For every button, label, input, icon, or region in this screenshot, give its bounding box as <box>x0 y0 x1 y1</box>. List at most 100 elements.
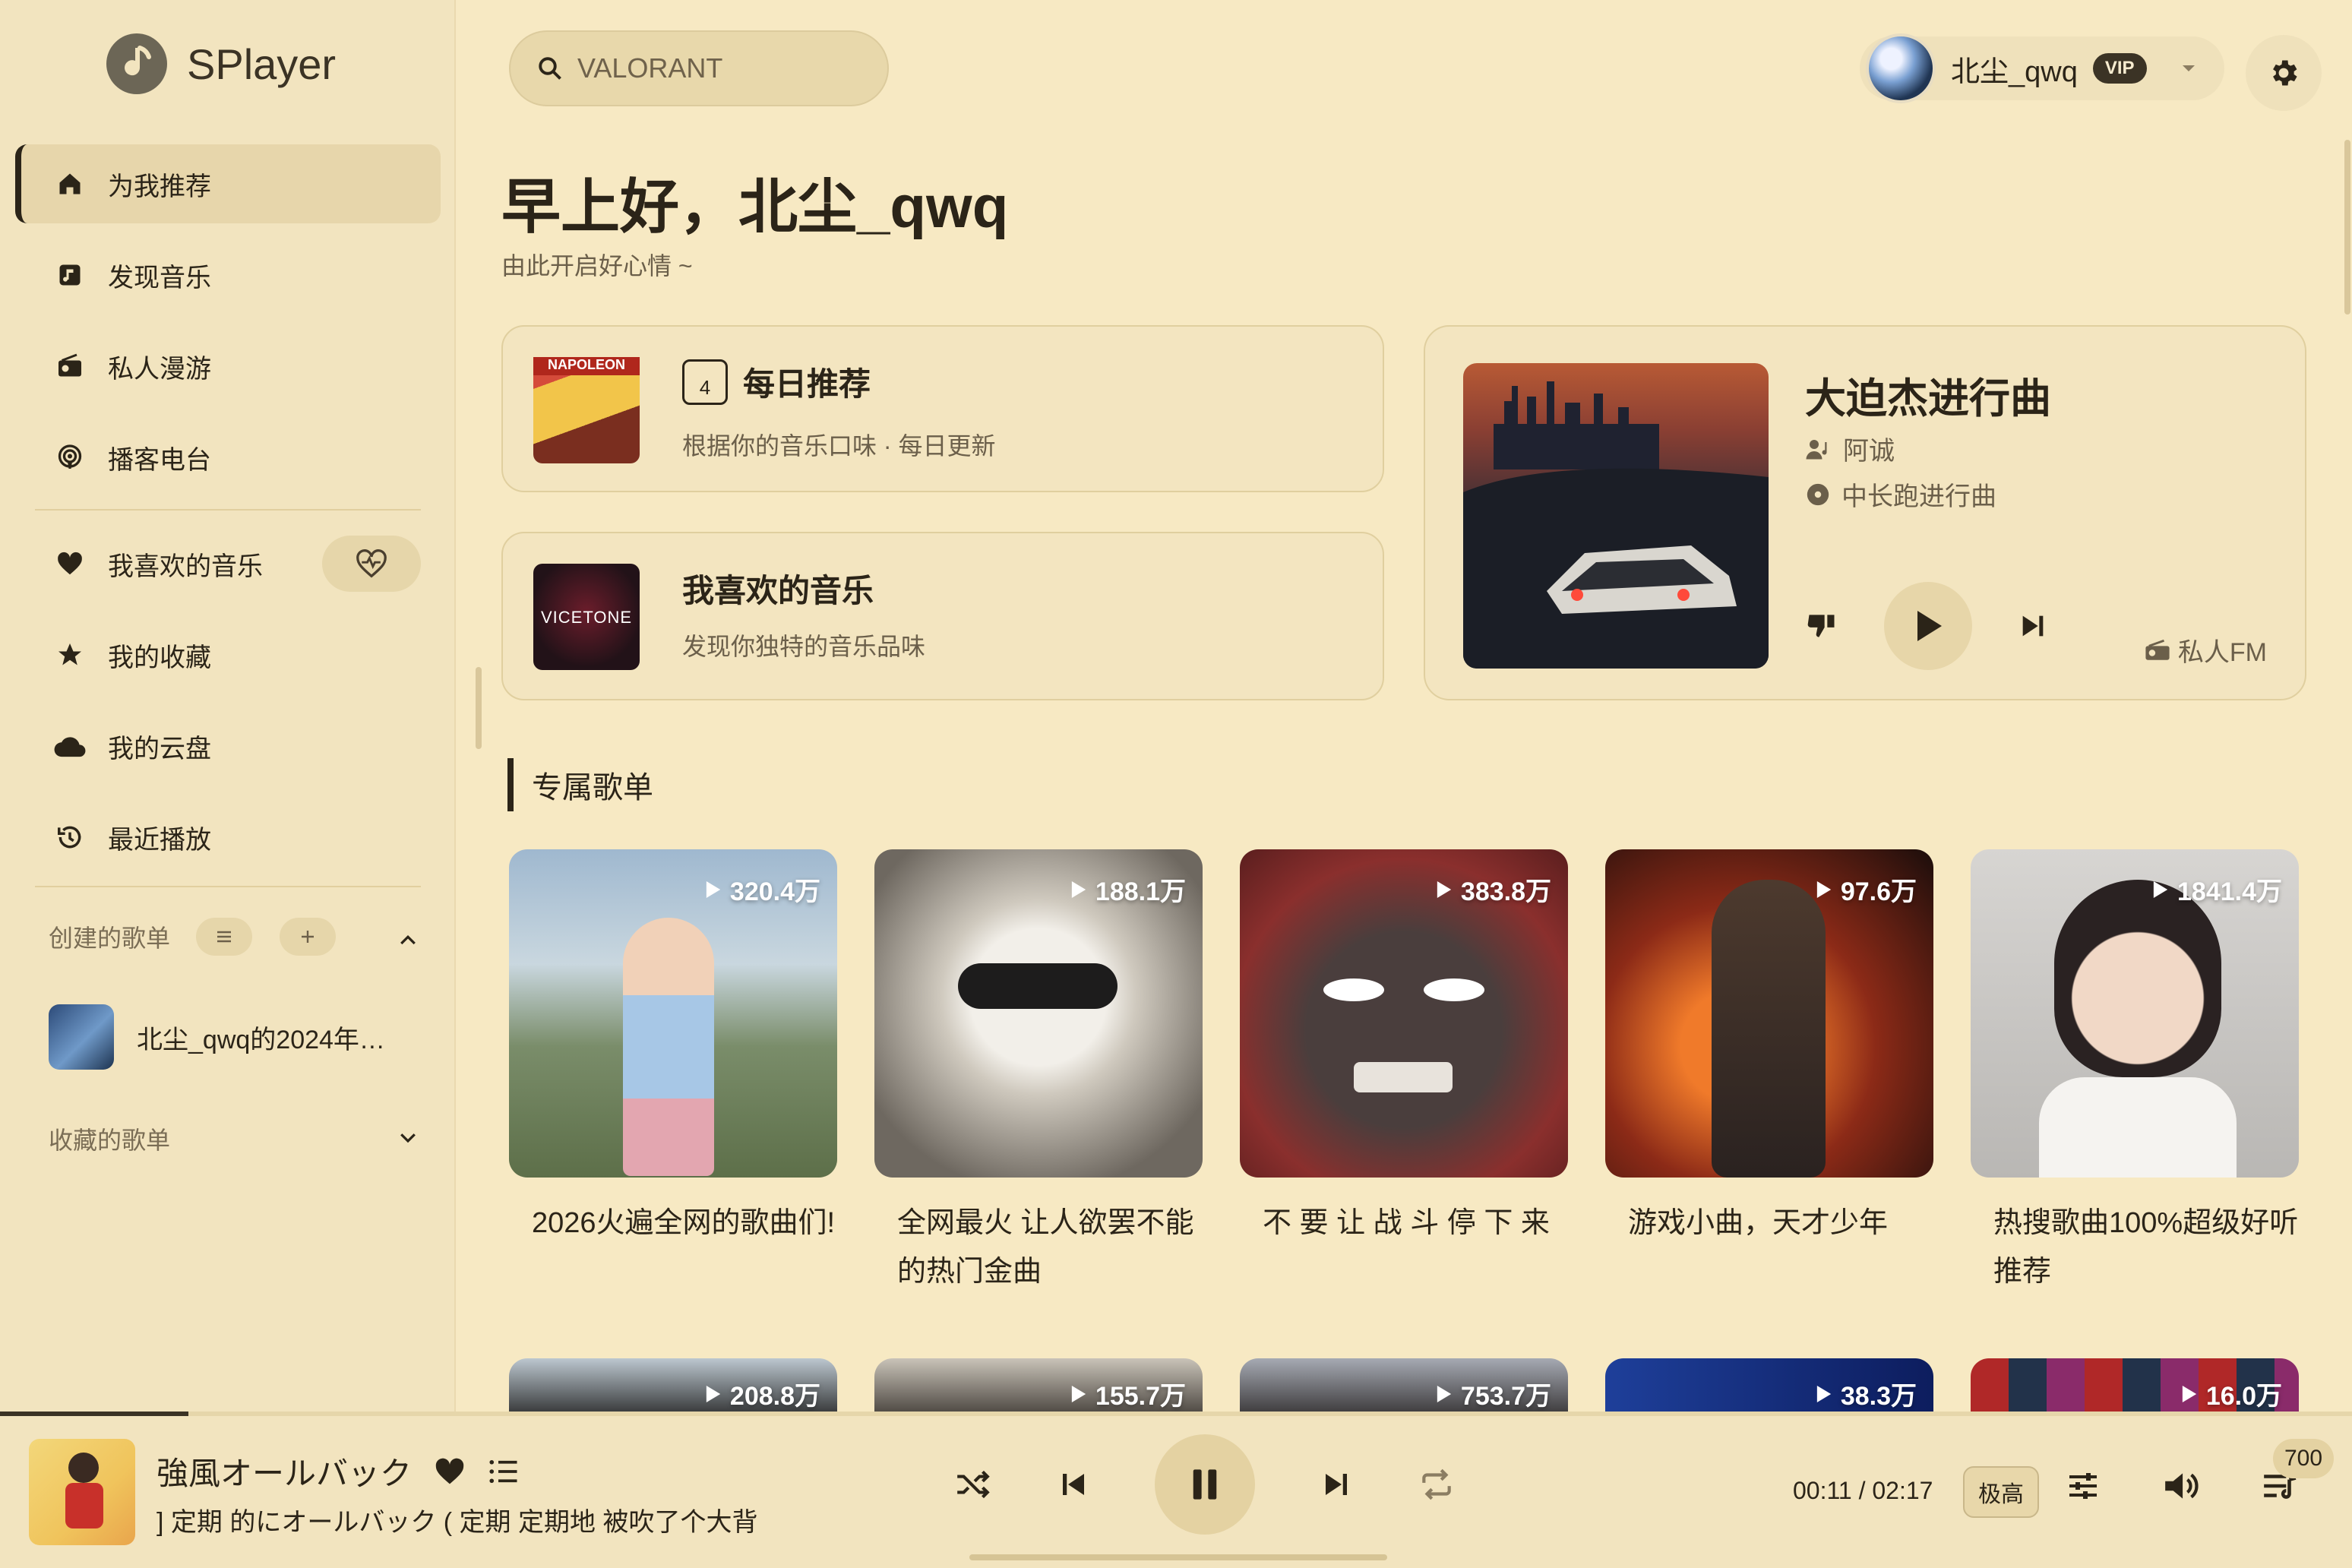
playlist-card[interactable]: 188.1万 全网最火 让人欲罢不能的热门金曲 <box>874 849 1203 1296</box>
repeat-icon[interactable] <box>1418 1468 1456 1500</box>
sidebar: SPlayer 为我推荐 发现音乐 私人漫游 播客电台 我喜欢的音乐 我的收藏 … <box>0 0 456 1412</box>
liked-cover-text: VICETONE <box>540 608 633 627</box>
cloud-icon <box>53 729 87 763</box>
playback-controls <box>954 1434 1456 1535</box>
play-count-value: 1841.4万 <box>2177 877 2282 906</box>
sidebar-divider <box>35 886 421 887</box>
play-count: 38.3万 <box>1816 1375 1917 1412</box>
play-count-value: 188.1万 <box>1095 877 1186 906</box>
main-scrollbar[interactable] <box>2344 140 2350 315</box>
playlist-title: 全网最火 让人欲罢不能的热门金曲 <box>897 1207 1194 1288</box>
playlist-card[interactable]: 1841.4万 热搜歌曲100%超级好听推荐 <box>1971 849 2299 1296</box>
previous-track-icon[interactable] <box>1057 1468 1089 1500</box>
sidebar-item-discover[interactable]: 发现音乐 <box>15 236 441 315</box>
gear-icon <box>2273 60 2297 86</box>
fm-album[interactable]: 中长跑进行曲 <box>1841 476 1996 513</box>
search-input[interactable]: VALORANT <box>577 52 722 84</box>
daily-desc: 根据你的音乐口味 · 每日更新 <box>682 432 996 460</box>
current-lyric: ] 定期 的にオールバック ( 定期 定期地 被吹了个大背 <box>156 1508 758 1537</box>
heart-icon[interactable] <box>433 1456 466 1487</box>
liked-cover: VICETONE <box>533 564 640 670</box>
play-count-value: 16.0万 <box>2205 1382 2282 1411</box>
caret-down-icon <box>2182 65 2195 71</box>
sidebar-item-label: 最近播放 <box>108 825 211 855</box>
play-count: 320.4万 <box>706 871 820 908</box>
collected-playlists-header: 收藏的歌单 <box>49 1121 170 1156</box>
create-playlist-button[interactable] <box>280 918 337 956</box>
sidebar-item-label: 我的云盘 <box>108 734 211 763</box>
playlist-cover: 383.8万 <box>1240 849 1568 1178</box>
manage-playlists-button[interactable] <box>196 918 253 956</box>
play-icon <box>1816 880 1831 898</box>
play-count-value: 753.7万 <box>1460 1382 1551 1411</box>
playlist-cover: 320.4万 <box>509 849 837 1178</box>
playlist-title: 2026火遍全网的歌曲们! <box>532 1207 836 1239</box>
play-count: 155.7万 <box>1071 1375 1186 1412</box>
next-track-icon[interactable] <box>1320 1468 1352 1500</box>
album-icon <box>1807 483 1829 505</box>
quality-button[interactable]: 极高 <box>1963 1466 2039 1518</box>
sidebar-item-roam[interactable]: 私人漫游 <box>15 327 441 406</box>
pause-button[interactable] <box>1155 1434 1255 1535</box>
settings-button[interactable] <box>2246 35 2322 111</box>
podcast-icon <box>53 441 87 474</box>
sidebar-playlist-item[interactable]: 北尘_qwq的2024年… <box>49 1004 385 1070</box>
sidebar-resize-handle[interactable] <box>476 667 482 749</box>
daily-title: 每日推荐 <box>743 366 871 402</box>
page-title: 早上好，北尘_qwq <box>501 173 1009 240</box>
fm-play-button[interactable] <box>1884 582 1972 670</box>
sidebar-item-podcast[interactable]: 播客电台 <box>15 418 441 497</box>
daily-cover: NAPOLEON <box>533 357 640 463</box>
sidebar-item-label: 我的收藏 <box>108 643 211 672</box>
fm-artist[interactable]: 阿诚 <box>1843 430 1895 467</box>
sidebar-item-recommend[interactable]: 为我推荐 <box>15 144 441 223</box>
now-playing-title[interactable]: 強風オールバック <box>156 1448 412 1494</box>
play-icon <box>1917 611 1942 641</box>
radio-icon <box>2145 639 2170 660</box>
search-box[interactable]: VALORANT <box>509 30 889 106</box>
playlist-card[interactable]: 97.6万 游戏小曲，天才少年 <box>1605 849 1933 1247</box>
play-count: 188.1万 <box>1071 871 1186 908</box>
liked-desc: 发现你独特的音乐品味 <box>682 633 926 660</box>
volume-icon[interactable] <box>2162 1468 2200 1503</box>
heart-icon <box>53 547 87 580</box>
next-track-icon[interactable] <box>2018 611 2048 641</box>
fm-artist-row[interactable]: 阿诚 <box>1805 430 1895 467</box>
equalizer-icon[interactable] <box>2065 1468 2101 1504</box>
play-count-value: 38.3万 <box>1840 1382 1917 1411</box>
daily-recommend-card[interactable]: NAPOLEON 4 每日推荐 根据你的音乐口味 · 每日更新 <box>501 325 1384 492</box>
user-menu[interactable]: 北尘_qwq VIP <box>1860 33 2224 103</box>
play-icon <box>1071 1385 1086 1402</box>
shuffle-icon[interactable] <box>954 1468 992 1500</box>
playlist-name: 北尘_qwq的2024年… <box>137 1025 385 1054</box>
play-count-value: 383.8万 <box>1460 877 1551 906</box>
brand[interactable]: SPlayer <box>106 33 336 94</box>
sidebar-item-recent[interactable]: 最近播放 <box>15 798 441 877</box>
sidebar-item-label: 我喜欢的音乐 <box>108 552 263 581</box>
history-icon <box>53 820 87 854</box>
daily-cover-text: NAPOLEON <box>533 357 640 375</box>
playlist-cover: 1841.4万 <box>1971 849 2299 1178</box>
app-logo-icon <box>106 33 167 94</box>
artist-icon <box>1806 439 1827 459</box>
playlist-card[interactable]: 383.8万 不 要 让 战 斗 停 下 来 <box>1240 849 1568 1247</box>
sidebar-item-liked[interactable]: 我喜欢的音乐 <box>15 524 441 603</box>
sidebar-item-cloud[interactable]: 我的云盘 <box>15 707 441 786</box>
playlist-card[interactable]: 320.4万 2026火遍全网的歌曲们! <box>509 849 837 1247</box>
chevron-down-icon[interactable] <box>397 1126 419 1149</box>
playlist-menu-icon[interactable] <box>488 1458 520 1485</box>
heartbeat-mode-button[interactable] <box>322 536 421 592</box>
private-fm-card[interactable]: 大迫杰进行曲 阿诚 中长跑进行曲 私人FM <box>1424 325 2306 700</box>
calendar-day: 4 <box>699 375 711 399</box>
play-count-value: 155.7万 <box>1095 1382 1186 1411</box>
home-indicator <box>969 1554 1387 1560</box>
liked-music-card[interactable]: VICETONE 我喜欢的音乐 发现你独特的音乐品味 <box>501 532 1384 700</box>
now-playing-cover[interactable] <box>29 1439 135 1545</box>
fm-album-row[interactable]: 中长跑进行曲 <box>1805 476 1996 513</box>
sidebar-item-collection[interactable]: 我的收藏 <box>15 615 441 694</box>
dislike-icon[interactable] <box>1805 609 1838 643</box>
play-count: 16.0万 <box>2182 1375 2282 1412</box>
chevron-up-icon[interactable] <box>397 928 419 951</box>
play-icon <box>1071 880 1086 898</box>
pause-icon <box>1193 1469 1217 1500</box>
